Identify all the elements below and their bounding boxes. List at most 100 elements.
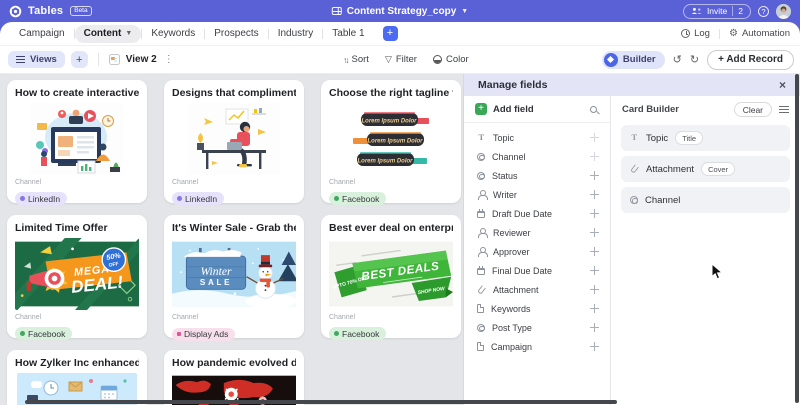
pill-dot [177,332,181,336]
channel-field-label: Channel [15,179,42,186]
interactive-content-illustration [31,103,123,175]
add-table-button[interactable]: + [382,26,398,41]
drag-handle-icon[interactable] [590,323,599,332]
drag-handle-icon[interactable] [590,190,599,199]
tab-table-1[interactable]: Table 1 [323,22,373,45]
paperclip-icon [477,284,486,295]
tab-keywords[interactable]: Keywords [142,22,204,45]
record-card[interactable]: How Zylker Inc enhanced th... [7,350,147,405]
redo-button[interactable]: ↻ [690,53,699,66]
view-options-icon[interactable]: ⋮ [164,54,174,65]
view-controls: ↑↓ Sort ▽ Filter Color [343,54,469,65]
help-icon[interactable]: ? [758,5,769,17]
field-row-draft-due-date[interactable]: Draft Due Date [464,204,610,223]
tab-prospects[interactable]: Prospects [205,22,267,45]
field-row-channel[interactable]: Channel [464,147,610,166]
field-row-approver[interactable]: Approver [464,242,610,261]
field-row-writer[interactable]: Writer [464,185,610,204]
pill-dot [20,196,25,201]
sort-button[interactable]: ↑↓ Sort [343,54,369,65]
avatar[interactable] [776,3,791,19]
channel-value-pill: Facebook [329,327,387,340]
gear-icon: ⚙ [728,27,738,39]
app-window: Tables Beta Content Strategy_copy ▼ Invi… [0,0,800,405]
user-icon [477,247,488,257]
drag-handle-icon[interactable] [590,133,599,142]
record-card[interactable]: How to create interactive c... [7,80,147,205]
invite-button[interactable]: Invite 2 [682,3,751,19]
tab-campaign[interactable]: Campaign [10,22,74,45]
drag-handle-icon[interactable] [590,304,599,313]
log-button[interactable]: Log [681,28,710,39]
chevron-down-icon: ▼ [461,7,469,15]
drag-handle-icon[interactable] [590,342,599,351]
record-card[interactable]: Choose the right tagline for ... Lorem I… [321,80,461,205]
search-icon[interactable] [590,105,597,113]
close-icon[interactable]: × [779,79,786,91]
current-view-name[interactable]: View 2 [126,54,157,65]
workspace-title: Content Strategy_copy [346,5,457,17]
field-row-topic[interactable]: Topic [464,128,610,147]
drag-handle-icon[interactable] [590,228,599,237]
color-button[interactable]: Color [432,54,469,65]
view-toolbar: Views + View 2 ⋮ ↑↓ Sort ▽ Filter Color [0,46,800,74]
channel-field-label: Channel [172,179,199,186]
record-card[interactable]: Best ever deal on enterpris... [321,215,461,340]
channel-value-pill: LinkedIn [15,192,68,205]
pill-dot [334,196,339,201]
clear-button[interactable]: Clear [733,102,772,117]
builder-row-topic[interactable]: Topic Title [621,125,790,151]
table-tabs-bar: Campaign Content ▼ Keywords Prospects In… [0,22,800,46]
manage-fields-header: Manage fields × [464,74,800,96]
card-cover: Winter SALE [172,238,296,310]
drag-handle-icon[interactable] [590,209,599,218]
automation-button[interactable]: ⚙ Automation [729,28,790,39]
gallery-view-icon [108,54,120,65]
field-row-keywords[interactable]: Keywords [464,299,610,318]
record-card[interactable]: Designs that compliment yo... [164,80,304,205]
field-row-reviewer[interactable]: Reviewer [464,223,610,242]
workspace-title-menu[interactable]: Content Strategy_copy ▼ [331,5,469,17]
drag-handle-icon[interactable] [590,285,599,294]
add-view-button[interactable]: + [70,51,88,68]
channel-value-pill: Display Ads [172,327,236,341]
paperclip-icon [630,164,639,174]
views-button[interactable]: Views [8,51,65,68]
vertical-scrollbar[interactable] [795,74,799,403]
add-field-label: Add field [493,103,534,115]
color-icon [432,55,442,64]
record-card[interactable]: It's Winter Sale - Grab the O... [164,215,304,341]
sliders-icon[interactable] [779,106,789,113]
builder-row-attachment[interactable]: Attachment Cover [621,156,790,182]
drag-handle-icon[interactable] [590,171,599,180]
tab-content[interactable]: Content ▼ [74,24,142,43]
toolbar-right: Builder ↺ ↻ + Add Record [601,49,794,70]
record-card[interactable]: How pandemic evolved digi... [164,350,304,405]
drag-handle-icon[interactable] [590,266,599,275]
user-icon [477,190,488,200]
builder-row-channel[interactable]: Channel [621,187,790,213]
designer-at-desk-illustration [188,103,280,175]
text-field-icon [477,132,486,142]
people-icon [691,7,702,14]
field-row-status[interactable]: Status [464,166,610,185]
field-row-attachment[interactable]: Attachment [464,280,610,299]
drag-handle-icon[interactable] [590,247,599,256]
card-cover: MEGA DEAL! 50% OFF [15,238,139,310]
field-row-final-due-date[interactable]: Final Due Date [464,261,610,280]
horizontal-scrollbar[interactable] [25,400,617,404]
undo-button[interactable]: ↺ [673,53,682,66]
field-row-post-type[interactable]: Post Type [464,318,610,337]
filter-button[interactable]: ▽ Filter [385,54,417,65]
record-card[interactable]: Limited Time Offer MEGA DEAL! 50% OFF Ch… [7,215,147,340]
card-cover [172,103,296,175]
tab-industry[interactable]: Industry [269,22,323,45]
add-record-button[interactable]: + Add Record [707,49,794,70]
single-select-icon [477,171,485,180]
drag-handle-icon[interactable] [590,152,599,161]
field-row-campaign[interactable]: Campaign [464,337,610,356]
card-cover: UPTO 70% OFF BEST DEALS SHOP NOW [329,238,453,310]
single-select-icon [477,152,485,161]
builder-button[interactable]: Builder [601,50,665,69]
add-field-button[interactable]: + [475,103,487,115]
